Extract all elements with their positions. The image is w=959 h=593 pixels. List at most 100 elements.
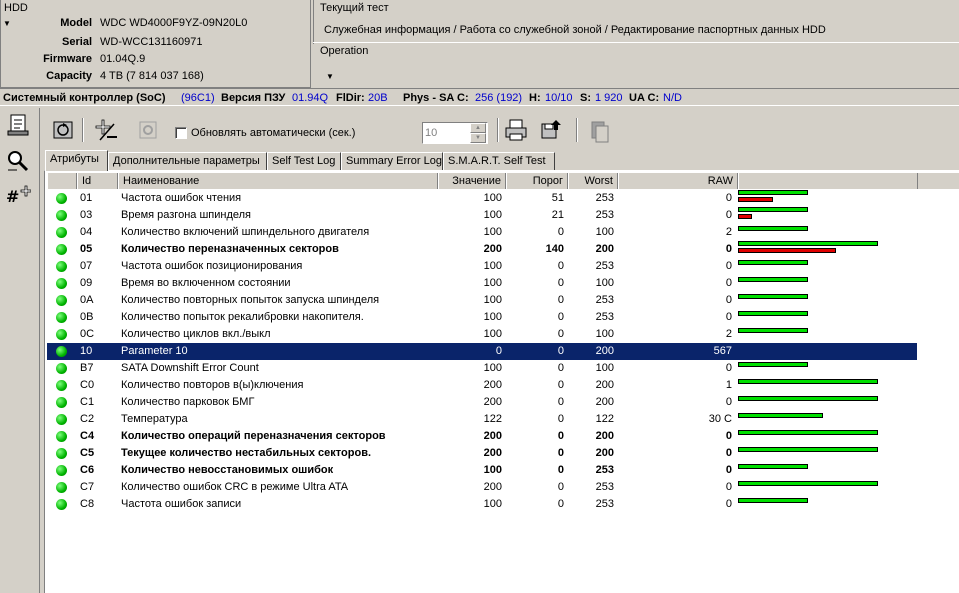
spin-down-icon[interactable]: ▼: [470, 133, 486, 143]
auto-update-checkbox[interactable]: [175, 127, 187, 139]
capacity-row: Capacity 4 TB (7 814 037 168): [0, 70, 310, 87]
attr-worst: 200: [595, 430, 614, 442]
table-row[interactable]: 04 Количество включений шпиндельного двиг…: [47, 224, 917, 241]
operation-dropdown-icon[interactable]: ▼: [326, 72, 334, 81]
attr-value: 100: [483, 464, 502, 476]
hdd-group-title: HDD: [4, 2, 28, 14]
soc-value: (96C1): [181, 92, 215, 104]
attr-value: 100: [483, 260, 502, 272]
print-icon[interactable]: [502, 116, 530, 144]
edit-attributes-icon[interactable]: [92, 116, 120, 144]
tab-extra-params[interactable]: Дополнительные параметры: [108, 152, 267, 170]
attr-value: 100: [483, 498, 502, 510]
table-row[interactable]: B7 SATA Downshift Error Count 100 0 100 0: [47, 360, 917, 377]
svg-text:#: #: [6, 187, 19, 206]
tab-summary-error-log[interactable]: Summary Error Log: [341, 152, 443, 170]
status-ok-icon: [56, 227, 67, 238]
table-row[interactable]: 0B Количество попыток рекалибровки накопи…: [47, 309, 917, 326]
tab-attributes[interactable]: Атрибуты: [45, 150, 108, 171]
attr-id: 05: [80, 243, 93, 255]
attr-raw: 0: [725, 294, 732, 306]
header-id[interactable]: Id: [77, 173, 118, 189]
header-raw[interactable]: RAW: [618, 173, 738, 189]
attr-threshold: 0: [557, 498, 564, 510]
attr-id: C7: [80, 481, 95, 493]
refresh-drive-icon[interactable]: [49, 116, 77, 144]
soc-info-bar: Системный контроллер (SoC) (96C1) Версия…: [0, 88, 959, 106]
attr-worst: 253: [595, 260, 614, 272]
attr-raw: 0: [725, 277, 732, 289]
value-bar: [738, 190, 808, 195]
header-value[interactable]: Значение: [438, 173, 506, 189]
attr-id: C6: [80, 464, 95, 476]
h-value: 10/10: [545, 92, 573, 104]
table-row[interactable]: C5 Текущее количество нестабильных сектор…: [47, 445, 917, 462]
attr-name: Текущее количество нестабильных секторов…: [121, 447, 372, 459]
table-row[interactable]: 07 Частота ошибок позиционирования 100 0 253…: [47, 258, 917, 275]
value-bar: [738, 241, 878, 246]
attr-id: C2: [80, 413, 95, 425]
status-ok-icon: [56, 329, 67, 340]
threshold-bar: [738, 197, 773, 202]
attr-name: Количество переназначенных секторов: [121, 243, 339, 255]
table-row[interactable]: 01 Частота ошибок чтения 100 51 253 0: [47, 190, 917, 207]
attr-id: C0: [80, 379, 95, 391]
header-status: [47, 173, 77, 189]
attr-threshold: 0: [557, 226, 564, 238]
current-test-path: Служебная информация / Работа со служебн…: [324, 24, 826, 36]
serial-row: Serial WD-WCC131160971: [0, 36, 310, 53]
settings-icon[interactable]: [134, 116, 162, 144]
attr-raw: 0: [725, 311, 732, 323]
table-row[interactable]: C1 Количество парковок БМГ 200 0 200 0: [47, 394, 917, 411]
table-row[interactable]: 10 Parameter 10 0 0 200 567: [47, 343, 917, 360]
attr-id: 04: [80, 226, 93, 238]
attr-threshold: 0: [557, 430, 564, 442]
status-ok-icon: [56, 380, 67, 391]
tab-self-test-log[interactable]: Self Test Log: [267, 152, 341, 170]
table-row[interactable]: C4 Количество операций переназначения сек…: [47, 428, 917, 445]
table-row[interactable]: C2 Температура 122 0 122 30 C: [47, 411, 917, 428]
attr-raw: 0: [725, 430, 732, 442]
table-row[interactable]: 09 Время во включенном состоянии 100 0 100 0: [47, 275, 917, 292]
attr-worst: 253: [595, 464, 614, 476]
table-row[interactable]: C7 Количество ошибок CRC в режиме Ultra A…: [47, 479, 917, 496]
table-row[interactable]: 03 Время разгона шпинделя 100 21 253 0: [47, 207, 917, 224]
value-bar: [738, 362, 808, 367]
attr-value: 100: [483, 362, 502, 374]
attr-worst: 253: [595, 209, 614, 221]
search-icon[interactable]: [5, 148, 31, 174]
status-ok-icon: [56, 499, 67, 510]
tab-smart-self-test[interactable]: S.M.A.R.T. Self Test: [443, 152, 555, 170]
header-name[interactable]: Наименование: [118, 173, 438, 189]
attr-worst: 122: [595, 413, 614, 425]
left-tool-panel: #: [0, 108, 40, 593]
hex-editor-icon[interactable]: #: [5, 184, 31, 210]
spin-up-icon[interactable]: ▲: [470, 123, 486, 133]
log-icon[interactable]: [5, 112, 31, 138]
serial-label: Serial: [62, 36, 92, 48]
attr-name: Время разгона шпинделя: [121, 209, 251, 221]
save-report-icon[interactable]: [538, 116, 566, 144]
copy-icon[interactable]: [584, 116, 612, 144]
header-threshold[interactable]: Порог: [506, 173, 568, 189]
attr-id: 10: [80, 345, 93, 357]
table-row[interactable]: C0 Количество повторов в(ы)ключения 200 0 20…: [47, 377, 917, 394]
attr-raw: 0: [725, 464, 732, 476]
status-ok-icon: [56, 261, 67, 272]
attr-value: 200: [483, 447, 502, 459]
table-row[interactable]: C8 Частота ошибок записи 100 0 253 0: [47, 496, 917, 513]
toolbar-separator: [82, 118, 84, 142]
table-row[interactable]: 05 Количество переназначенных секторов 200…: [47, 241, 917, 258]
attr-id: 01: [80, 192, 93, 204]
header-worst[interactable]: Worst: [568, 173, 618, 189]
table-row[interactable]: C6 Количество невосстановимых ошибок 100 0 2…: [47, 462, 917, 479]
update-interval-spinner: ▲ ▼: [470, 123, 488, 143]
status-ok-icon: [56, 278, 67, 289]
value-bar: [738, 328, 808, 333]
table-row[interactable]: 0A Количество повторных попыток запуска ш…: [47, 292, 917, 309]
attr-raw: 1: [725, 379, 732, 391]
auto-update-label: Обновлять автоматически (сек.): [191, 127, 356, 139]
table-row[interactable]: 0C Количество циклов вкл./выкл 100 0 100 2: [47, 326, 917, 343]
model-value: WDC WD4000F9YZ-09N20L0: [100, 17, 248, 29]
value-bar: [738, 447, 878, 452]
